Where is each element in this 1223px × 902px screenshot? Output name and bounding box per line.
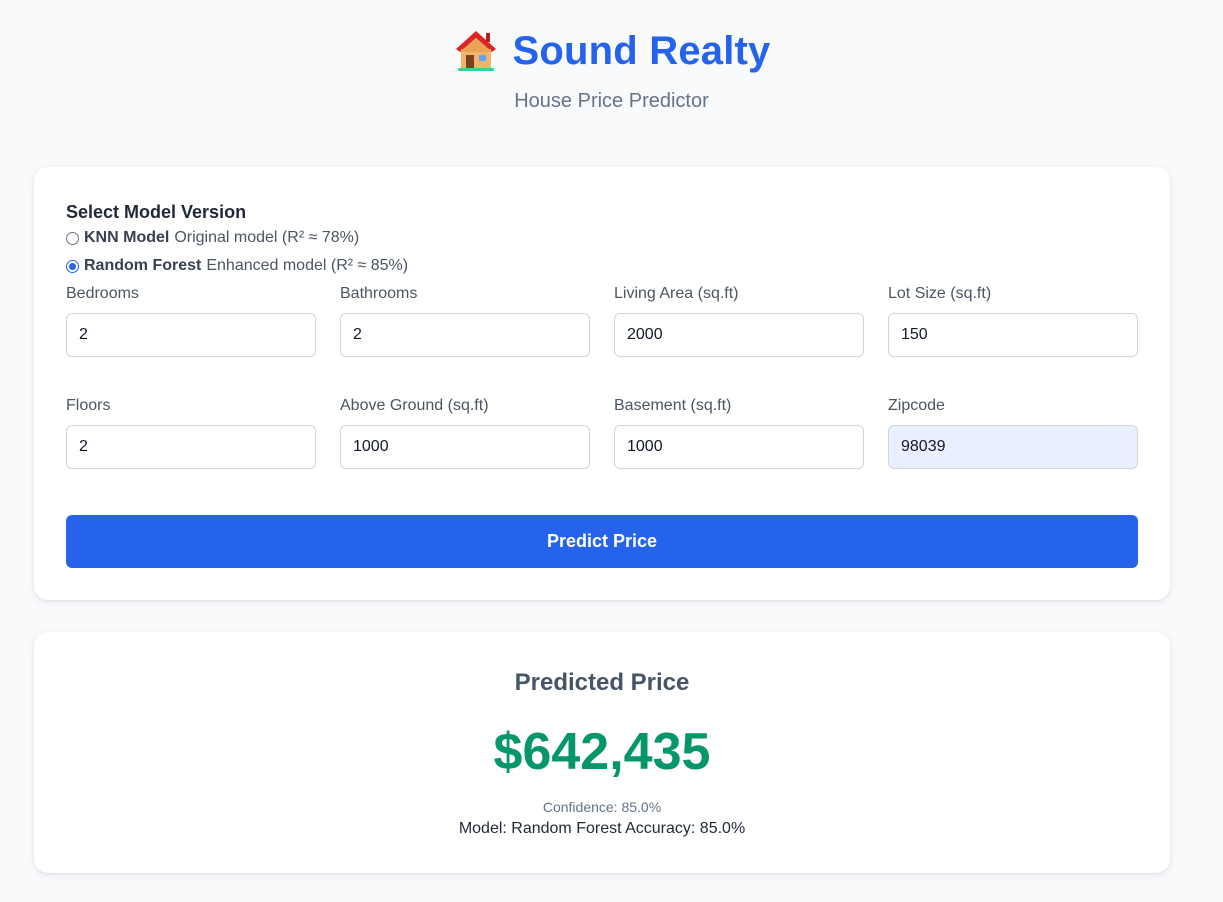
zipcode-input[interactable] [888, 425, 1138, 469]
knn-option-description: Original model (R² ≈ 78%) [174, 229, 360, 246]
model-info-text: Model: Random Forest Accuracy: 85.0% [458, 820, 746, 837]
basement-label: Basement (sq.ft) [614, 397, 732, 414]
bathrooms-field: Bathrooms [340, 285, 590, 357]
lot-size-field: Lot Size (sq.ft) [888, 285, 1138, 357]
knn-option-name: KNN Model [84, 229, 170, 246]
bedrooms-input[interactable] [66, 313, 316, 357]
above-ground-field: Above Ground (sq.ft) [340, 397, 590, 469]
knn-radio[interactable] [66, 231, 79, 245]
bedrooms-field: Bedrooms [66, 285, 316, 357]
zipcode-label: Zipcode [888, 397, 945, 414]
floors-field: Floors [66, 397, 316, 469]
living-area-field: Living Area (sq.ft) [614, 285, 864, 357]
bathrooms-label: Bathrooms [340, 285, 418, 302]
model-option-knn[interactable]: KNN Model Original model (R² ≈ 78%) [66, 229, 359, 247]
floors-input[interactable] [66, 425, 316, 469]
house-icon [455, 31, 496, 71]
result-title: Predicted Price [514, 669, 690, 696]
floors-label: Floors [66, 397, 111, 414]
prediction-result-card: Predicted Price $642,435 Confidence: 85.… [34, 632, 1170, 873]
lot-size-input[interactable] [888, 313, 1138, 357]
zipcode-field: Zipcode [888, 397, 1138, 469]
model-option-random-forest[interactable]: Random Forest Enhanced model (R² ≈ 85%) [66, 257, 408, 275]
above-ground-label: Above Ground (sq.ft) [340, 397, 489, 414]
model-select-heading: Select Model Version [66, 202, 247, 222]
app-subtitle: House Price Predictor [514, 90, 709, 112]
random-forest-option-description: Enhanced model (R² ≈ 85%) [206, 257, 409, 274]
basement-input[interactable] [614, 425, 864, 469]
above-ground-input[interactable] [340, 425, 590, 469]
random-forest-radio[interactable] [66, 259, 79, 273]
random-forest-option-name: Random Forest [84, 257, 202, 274]
confidence-text: Confidence: 85.0% [542, 799, 662, 815]
basement-field: Basement (sq.ft) [614, 397, 864, 469]
prediction-form-card: Select Model Version KNN Model Original … [34, 167, 1170, 600]
lot-size-label: Lot Size (sq.ft) [888, 285, 992, 302]
living-area-input[interactable] [614, 313, 864, 357]
bedrooms-label: Bedrooms [66, 285, 139, 302]
page-header: Sound Realty House Price Predictor [0, 26, 1223, 113]
app-title: Sound Realty [512, 28, 771, 73]
title-row: Sound Realty [0, 26, 1223, 76]
bathrooms-input[interactable] [340, 313, 590, 357]
living-area-label: Living Area (sq.ft) [614, 285, 739, 302]
predict-price-button[interactable]: Predict Price [66, 515, 1138, 568]
predicted-price-value: $642,435 [493, 723, 711, 781]
